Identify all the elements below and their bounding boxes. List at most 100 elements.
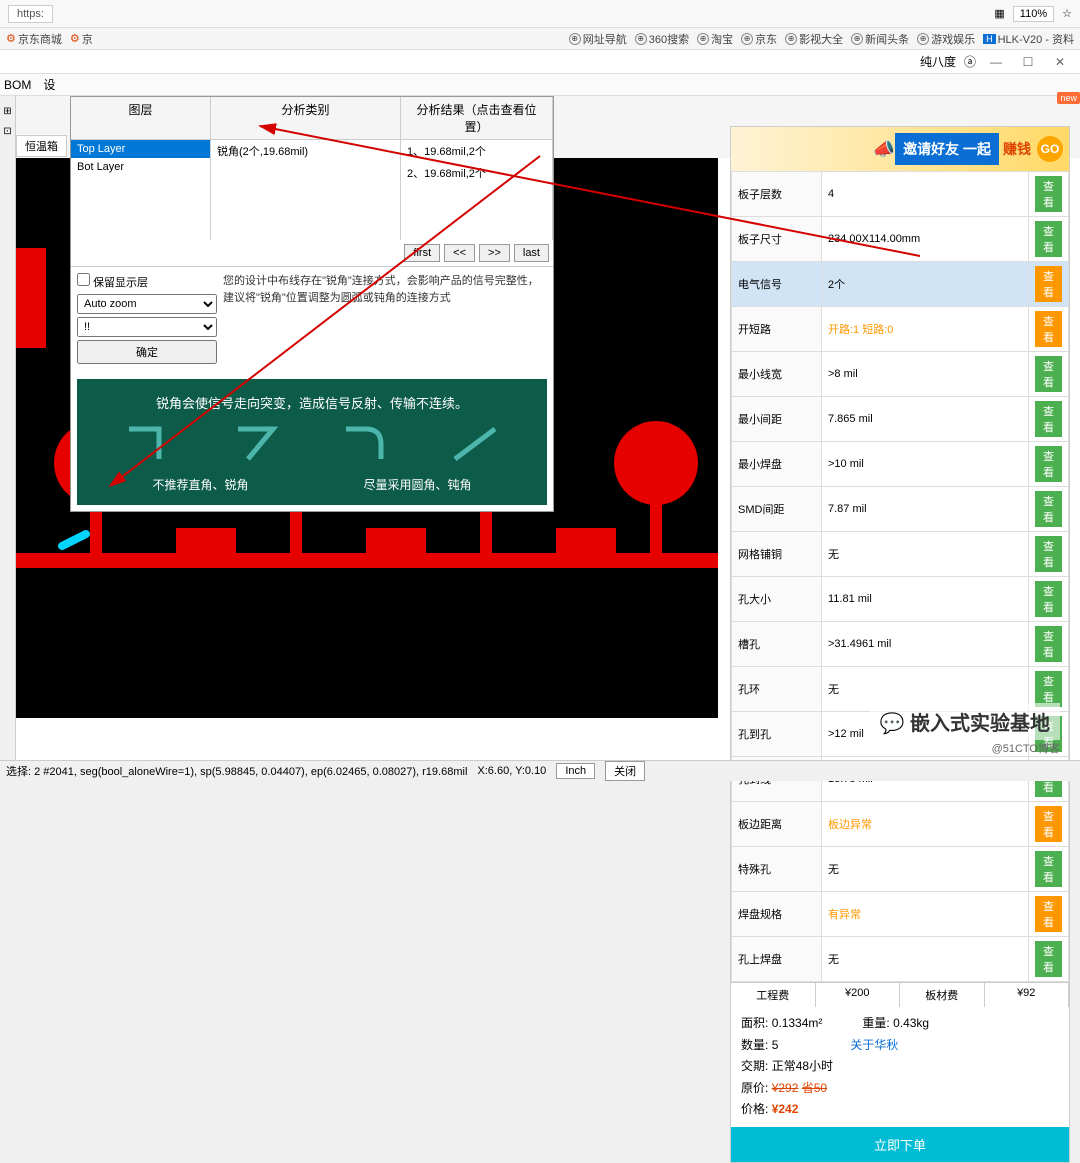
- category-item[interactable]: 锐角(2个,19.68mil): [211, 140, 400, 162]
- check-row: 电气信号2个查看: [732, 262, 1069, 307]
- menu-settings[interactable]: 设: [43, 76, 55, 93]
- star-icon[interactable]: ☆: [1062, 7, 1072, 20]
- title-bar: 纯八度 ⓐ — ☐ ✕: [0, 50, 1080, 74]
- check-value: 板边异常: [822, 802, 1029, 847]
- selection-status: 选择: 2 #2041, seg(bool_aloneWire=1), sp(5…: [6, 763, 467, 779]
- bookmark-item[interactable]: ⊕京东: [741, 31, 777, 47]
- bookmark-item[interactable]: ⊕游戏娱乐: [917, 31, 975, 47]
- check-key: 网格铺铜: [732, 532, 822, 577]
- view-button[interactable]: 查看: [1035, 221, 1062, 257]
- qr-icon[interactable]: ▦: [994, 7, 1004, 20]
- result-item[interactable]: 1、19.68mil,2个: [401, 140, 552, 162]
- analysis-panel: 图层 分析类别 分析结果（点击查看位置） Top Layer Bot Layer…: [70, 96, 554, 512]
- mat-fee-value: ¥92: [985, 983, 1070, 1007]
- check-value: 234.00X114.00mm: [822, 217, 1029, 262]
- left-toolbar: ⊞ ⊡: [0, 96, 16, 760]
- view-button[interactable]: 查看: [1035, 806, 1062, 842]
- bookmark-item[interactable]: ⚙京东商城: [6, 31, 62, 47]
- user-icon[interactable]: ⓐ: [964, 53, 976, 70]
- check-row: 特殊孔无查看: [732, 847, 1069, 892]
- bookmark-item[interactable]: ⚙京: [70, 31, 93, 47]
- result-item[interactable]: 2、19.68mil,2个: [401, 162, 552, 184]
- check-key: 特殊孔: [732, 847, 822, 892]
- view-button[interactable]: 查看: [1035, 536, 1062, 572]
- check-row: 最小间距7.865 mil查看: [732, 397, 1069, 442]
- close-status-button[interactable]: 关闭: [605, 761, 645, 781]
- xy-status: X:6.60, Y:0.10: [477, 765, 546, 777]
- view-button[interactable]: 查看: [1035, 356, 1062, 392]
- bookmark-hlk[interactable]: HHLK-V20 - 资料: [983, 31, 1074, 47]
- view-button[interactable]: 查看: [1035, 401, 1062, 437]
- zoom-select[interactable]: Auto zoom: [77, 294, 217, 314]
- description-text: 您的设计中布线存在"锐角"连接方式，会影响产品的信号完整性，建议将"锐角"位置调…: [223, 273, 547, 306]
- check-value: 有异常: [822, 892, 1029, 937]
- minimize-button[interactable]: —: [984, 53, 1008, 71]
- view-button[interactable]: 查看: [1035, 491, 1062, 527]
- check-key: SMD间距: [732, 487, 822, 532]
- view-button[interactable]: 查看: [1035, 176, 1062, 212]
- go-button[interactable]: GO: [1037, 136, 1063, 162]
- result-list: 1、19.68mil,2个 2、19.68mil,2个: [401, 140, 553, 240]
- view-button[interactable]: 查看: [1035, 941, 1062, 977]
- bookmarks-bar: ⚙京东商城 ⚙京 ⊕网址导航 ⊕360搜索 ⊕淘宝 ⊕京东 ⊕影视大全 ⊕新闻头…: [0, 28, 1080, 50]
- view-button[interactable]: 查看: [1035, 311, 1062, 347]
- keep-display-checkbox[interactable]: 保留显示层: [77, 273, 217, 290]
- check-key: 焊盘规格: [732, 892, 822, 937]
- filter-tab[interactable]: 恒温箱: [16, 135, 67, 157]
- bookmark-item[interactable]: ⊕网址导航: [569, 31, 627, 47]
- check-key: 开短路: [732, 307, 822, 352]
- check-key: 板边距离: [732, 802, 822, 847]
- view-button[interactable]: 查看: [1035, 671, 1062, 707]
- bookmark-item[interactable]: ⊕新闻头条: [851, 31, 909, 47]
- filter-select[interactable]: !!: [77, 317, 217, 337]
- about-link[interactable]: 关于华秋: [850, 1035, 898, 1057]
- check-row: 最小焊盘>10 mil查看: [732, 442, 1069, 487]
- tool-icon[interactable]: ⊞: [0, 106, 15, 126]
- next-button[interactable]: >>: [479, 244, 510, 262]
- check-value: 4: [822, 172, 1029, 217]
- acute-angle-icon: [233, 424, 283, 466]
- zoom-level[interactable]: 110%: [1013, 6, 1054, 22]
- maximize-button[interactable]: ☐: [1016, 53, 1040, 71]
- unit-button[interactable]: Inch: [556, 763, 595, 779]
- bookmark-item[interactable]: ⊕淘宝: [697, 31, 733, 47]
- view-button[interactable]: 查看: [1035, 626, 1062, 662]
- check-row: 板子尺寸234.00X114.00mm查看: [732, 217, 1069, 262]
- invite-banner[interactable]: 📣 邀请好友 一起 赚钱 GO: [731, 127, 1069, 171]
- banner-earn: 赚钱: [1003, 139, 1031, 159]
- tip-title: 锐角会使信号走向突变，造成信号反射、传输不连续。: [95, 393, 529, 412]
- bookmark-item[interactable]: ⊕影视大全: [785, 31, 843, 47]
- view-button[interactable]: 查看: [1035, 446, 1062, 482]
- layer-item[interactable]: Top Layer: [71, 140, 210, 158]
- check-row: 槽孔>31.4961 mil查看: [732, 622, 1069, 667]
- tip-left: 不推荐直角、锐角: [152, 476, 248, 493]
- last-button[interactable]: last: [514, 244, 549, 262]
- first-button[interactable]: first: [404, 244, 440, 262]
- layer-item[interactable]: Bot Layer: [71, 158, 210, 176]
- close-button[interactable]: ✕: [1048, 53, 1072, 71]
- browser-bar: https: ▦ 110% ☆: [0, 0, 1080, 28]
- check-key: 最小焊盘: [732, 442, 822, 487]
- banner-text: 邀请好友 一起: [895, 133, 999, 165]
- tip-box: 锐角会使信号走向突变，造成信号反射、传输不连续。 不推荐直角、锐角 尽量采用圆角…: [77, 379, 547, 505]
- order-button[interactable]: 立即下单: [731, 1127, 1069, 1162]
- view-button[interactable]: 查看: [1035, 581, 1062, 617]
- prev-button[interactable]: <<: [444, 244, 475, 262]
- check-value: 2个: [822, 262, 1029, 307]
- url-box[interactable]: https:: [8, 5, 53, 23]
- check-key: 孔到孔: [732, 712, 822, 757]
- tool-icon[interactable]: ⊡: [0, 126, 15, 146]
- check-value: 11.81 mil: [822, 577, 1029, 622]
- check-key: 最小间距: [732, 397, 822, 442]
- bookmark-item[interactable]: ⊕360搜索: [635, 31, 689, 47]
- eng-fee-label: 工程费: [731, 983, 816, 1007]
- ok-button[interactable]: 确定: [77, 340, 217, 364]
- view-button[interactable]: 查看: [1035, 896, 1062, 932]
- check-row: 焊盘规格有异常查看: [732, 892, 1069, 937]
- menu-bom[interactable]: BOM: [4, 78, 31, 92]
- view-button[interactable]: 查看: [1035, 266, 1062, 302]
- status-bar: 选择: 2 #2041, seg(bool_aloneWire=1), sp(5…: [0, 760, 1080, 781]
- content-area: ⊞ ⊡ new 恒温箱 图层 分析类别 分析: [0, 96, 1080, 760]
- col-result: 分析结果（点击查看位置）: [401, 97, 553, 139]
- view-button[interactable]: 查看: [1035, 851, 1062, 887]
